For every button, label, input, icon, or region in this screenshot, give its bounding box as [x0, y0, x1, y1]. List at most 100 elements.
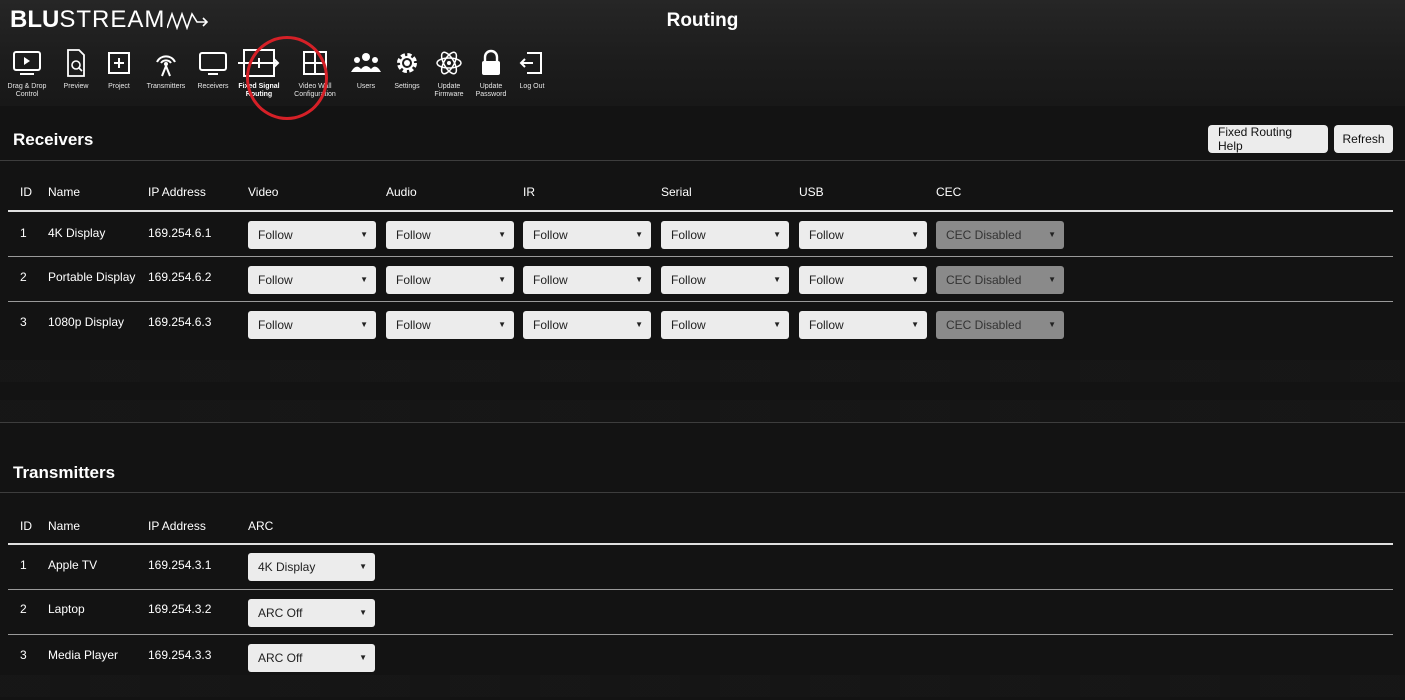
- select-value: Follow: [396, 318, 431, 332]
- chevron-down-icon: ▼: [359, 653, 367, 662]
- column-header-name: Name: [48, 519, 81, 533]
- page-title: Routing: [666, 10, 739, 31]
- toolbar-update-password[interactable]: Update Password: [470, 45, 512, 103]
- lock-icon: [482, 49, 500, 75]
- chevron-down-icon: ▼: [635, 320, 643, 329]
- row-ip: 169.254.6.2: [148, 270, 212, 284]
- ir-select[interactable]: Follow ▼: [523, 311, 651, 339]
- serial-select[interactable]: Follow ▼: [661, 311, 789, 339]
- refresh-button[interactable]: Refresh: [1334, 125, 1393, 153]
- select-value: 4K Display: [258, 560, 316, 574]
- chevron-down-icon: ▼: [773, 275, 781, 284]
- row-ip: 169.254.6.1: [148, 226, 212, 240]
- fixed-routing-help-button[interactable]: Fixed Routing Help: [1208, 125, 1328, 153]
- toolbar-drag-drop-control[interactable]: Drag & Drop Control: [0, 45, 54, 103]
- column-header-cec: CEC: [936, 185, 962, 199]
- chevron-down-icon: ▼: [360, 230, 368, 239]
- chevron-down-icon: ▼: [1048, 230, 1056, 239]
- grid-icon: [303, 51, 327, 75]
- toolbar-label: Receivers: [197, 83, 229, 90]
- column-header-ip: IP Address: [148, 519, 206, 533]
- column-header-ir: IR: [523, 185, 535, 199]
- table-header-line: [8, 210, 1393, 212]
- audio-select[interactable]: Follow ▼: [386, 266, 514, 294]
- select-value: Follow: [533, 228, 568, 242]
- chevron-down-icon: ▼: [359, 608, 367, 617]
- top-bar: BLU STREAM Routing Drag & Drop Control P…: [0, 0, 1405, 106]
- ir-select[interactable]: Follow ▼: [523, 266, 651, 294]
- select-value: Follow: [258, 228, 293, 242]
- toolbar-receivers[interactable]: Receivers: [192, 45, 234, 103]
- serial-select[interactable]: Follow ▼: [661, 266, 789, 294]
- cec-select: CEC Disabled ▼: [936, 311, 1064, 339]
- arc-select[interactable]: 4K Display ▼: [248, 553, 375, 581]
- row-divider: [8, 589, 1393, 590]
- section-divider: [0, 160, 1405, 161]
- row-name: 4K Display: [48, 226, 106, 240]
- video-select[interactable]: Follow ▼: [248, 221, 376, 249]
- row-divider: [8, 256, 1393, 257]
- toolbar-label: Log Out: [519, 83, 545, 90]
- ir-select[interactable]: Follow ▼: [523, 221, 651, 249]
- chevron-down-icon: ▼: [1048, 320, 1056, 329]
- row-name: Media Player: [48, 648, 119, 662]
- row-id: 1: [20, 558, 27, 572]
- cec-select: CEC Disabled ▼: [936, 266, 1064, 294]
- chevron-down-icon: ▼: [498, 275, 506, 284]
- section-divider: [0, 422, 1405, 423]
- transmitters-section-title: Transmitters: [13, 463, 116, 482]
- column-header-name: Name: [48, 185, 81, 199]
- preview-icon: [67, 49, 85, 77]
- monitor-icon: [199, 52, 227, 75]
- toolbar-transmitters[interactable]: Transmitters: [140, 45, 192, 103]
- usb-select[interactable]: Follow ▼: [799, 266, 927, 294]
- usb-select[interactable]: Follow ▼: [799, 311, 927, 339]
- background-strip: [0, 400, 1405, 422]
- toolbar-label: Settings: [394, 83, 420, 90]
- video-select[interactable]: Follow ▼: [248, 311, 376, 339]
- antenna-icon: [156, 55, 176, 77]
- select-value: Follow: [258, 273, 293, 287]
- toolbar-label: Video Wall Configuration: [294, 83, 336, 98]
- chevron-down-icon: ▼: [498, 320, 506, 329]
- toolbar-label: Project: [108, 83, 130, 90]
- chevron-down-icon: ▼: [360, 275, 368, 284]
- select-value: CEC Disabled: [946, 273, 1022, 287]
- toolbar-fixed-signal-routing[interactable]: Fixed Signal Routing: [234, 45, 284, 103]
- row-name: Apple TV: [48, 558, 98, 572]
- audio-select[interactable]: Follow ▼: [386, 221, 514, 249]
- row-ip: 169.254.3.1: [148, 558, 212, 572]
- column-header-arc: ARC: [248, 519, 274, 533]
- column-header-usb: USB: [799, 185, 824, 199]
- column-header-id: ID: [20, 185, 32, 199]
- chevron-down-icon: ▼: [911, 275, 919, 284]
- select-value: Follow: [671, 318, 706, 332]
- audio-select[interactable]: Follow ▼: [386, 311, 514, 339]
- main-toolbar: Drag & Drop Control Preview Project Tran…: [0, 45, 552, 103]
- users-icon: [351, 53, 381, 72]
- toolbar-settings[interactable]: Settings: [386, 45, 428, 103]
- toolbar-log-out[interactable]: Log Out: [512, 45, 552, 103]
- toolbar-update-firmware[interactable]: Update Firmware: [428, 45, 470, 103]
- column-header-audio: Audio: [386, 185, 417, 199]
- serial-select[interactable]: Follow ▼: [661, 221, 789, 249]
- video-select[interactable]: Follow ▼: [248, 266, 376, 294]
- logout-icon: [519, 52, 542, 74]
- chevron-down-icon: ▼: [911, 320, 919, 329]
- gear-icon: [397, 53, 417, 73]
- arc-select[interactable]: ARC Off ▼: [248, 644, 375, 672]
- column-header-ip: IP Address: [148, 185, 206, 199]
- cec-select: CEC Disabled ▼: [936, 221, 1064, 249]
- arc-select[interactable]: ARC Off ▼: [248, 599, 375, 627]
- select-value: Follow: [533, 318, 568, 332]
- chevron-down-icon: ▼: [498, 230, 506, 239]
- toolbar-preview[interactable]: Preview: [54, 45, 98, 103]
- toolbar-users[interactable]: Users: [346, 45, 386, 103]
- toolbar-video-wall-configuration[interactable]: Video Wall Configuration: [284, 45, 346, 103]
- toolbar-label: Update Firmware: [434, 83, 464, 98]
- chevron-down-icon: ▼: [635, 230, 643, 239]
- row-ip: 169.254.3.3: [148, 648, 212, 662]
- toolbar-project[interactable]: Project: [98, 45, 140, 103]
- row-id: 3: [20, 648, 27, 662]
- usb-select[interactable]: Follow ▼: [799, 221, 927, 249]
